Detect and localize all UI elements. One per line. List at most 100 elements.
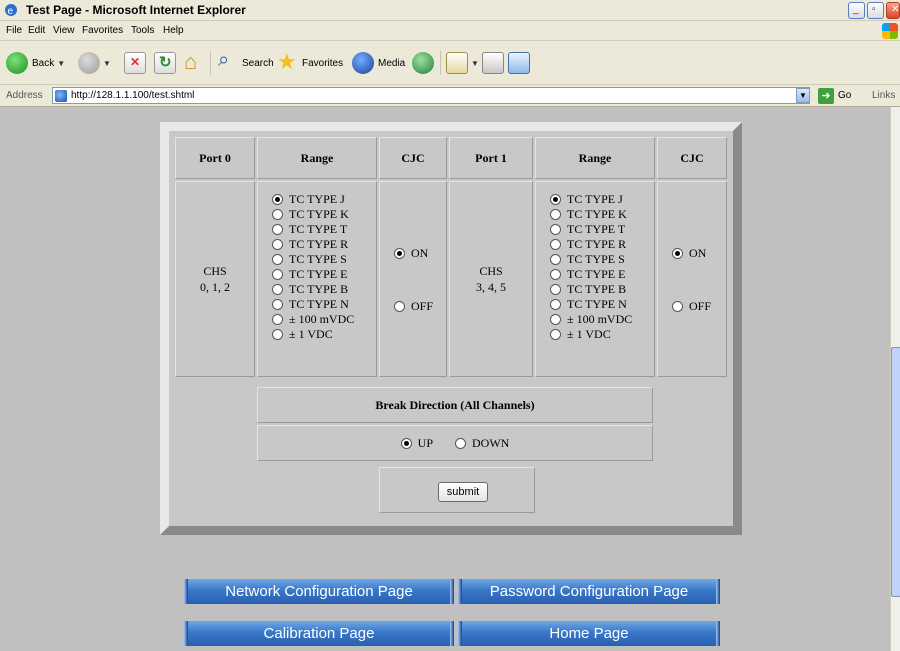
range0-option[interactable]: TC TYPE B bbox=[272, 282, 376, 297]
cjc0-option[interactable]: ON bbox=[394, 246, 446, 261]
header-range0: Range bbox=[257, 137, 377, 179]
range1-option[interactable]: TC TYPE E bbox=[550, 267, 654, 282]
range1-option[interactable]: TC TYPE B bbox=[550, 282, 654, 297]
range1-option[interactable]: TC TYPE T bbox=[550, 222, 654, 237]
search-icon bbox=[216, 49, 238, 74]
cjc1-option[interactable]: ON bbox=[672, 246, 726, 261]
stop-button[interactable] bbox=[124, 51, 146, 75]
range1-option[interactable]: TC TYPE R bbox=[550, 237, 654, 252]
range0-radio[interactable] bbox=[272, 254, 283, 265]
range0-radio[interactable] bbox=[272, 269, 283, 280]
forward-button[interactable]: ▼ bbox=[78, 51, 111, 75]
range1-option-label: ± 1 VDC bbox=[567, 327, 611, 341]
range0-radio[interactable] bbox=[272, 209, 283, 220]
links-button[interactable]: Links bbox=[872, 90, 895, 101]
range0-option[interactable]: ± 100 mVDC bbox=[272, 312, 376, 327]
break-up-option[interactable]: UP bbox=[400, 436, 433, 451]
mail-icon bbox=[446, 52, 468, 74]
submit-button[interactable]: submit bbox=[438, 482, 488, 502]
range0-option[interactable]: TC TYPE R bbox=[272, 237, 376, 252]
menu-view[interactable]: View bbox=[53, 25, 75, 36]
range1-radio[interactable] bbox=[550, 224, 561, 235]
close-button[interactable]: ✕ bbox=[886, 2, 900, 19]
cjc1-options: ON OFF bbox=[657, 181, 727, 377]
go-button[interactable]: Go bbox=[838, 90, 851, 101]
menu-file[interactable]: File bbox=[6, 25, 22, 36]
home-button[interactable] bbox=[182, 49, 204, 75]
refresh-button[interactable] bbox=[154, 51, 176, 75]
range0-radio[interactable] bbox=[272, 314, 283, 325]
range0-radio[interactable] bbox=[272, 224, 283, 235]
range1-option-label: ± 100 mVDC bbox=[567, 312, 633, 326]
minimize-button[interactable]: _ bbox=[848, 2, 865, 19]
range0-option-label: TC TYPE B bbox=[289, 282, 349, 296]
range0-option[interactable]: TC TYPE E bbox=[272, 267, 376, 282]
submit-cell: submit bbox=[379, 467, 535, 513]
password-configuration-button[interactable]: Password Configuration Page bbox=[458, 579, 720, 604]
range1-radio[interactable] bbox=[550, 269, 561, 280]
mail-button[interactable]: ▼ bbox=[446, 51, 479, 75]
edit-button[interactable] bbox=[508, 51, 530, 75]
cjc0-option[interactable]: OFF bbox=[394, 299, 446, 314]
port0-channels: CHS 0, 1, 2 bbox=[175, 181, 255, 377]
range0-option-label: TC TYPE S bbox=[289, 252, 347, 266]
range0-radio[interactable] bbox=[272, 194, 283, 205]
range1-radio[interactable] bbox=[550, 194, 561, 205]
range1-radio[interactable] bbox=[550, 299, 561, 310]
scrollbar-thumb[interactable] bbox=[891, 347, 900, 597]
range0-option[interactable]: TC TYPE J bbox=[272, 192, 376, 207]
range0-radio[interactable] bbox=[272, 329, 283, 340]
range0-radio[interactable] bbox=[272, 284, 283, 295]
range1-radio[interactable] bbox=[550, 329, 561, 340]
range1-option[interactable]: ± 1 VDC bbox=[550, 327, 654, 342]
range1-option[interactable]: TC TYPE S bbox=[550, 252, 654, 267]
media-button[interactable]: Media bbox=[352, 51, 405, 75]
cjc1-option[interactable]: OFF bbox=[672, 299, 726, 314]
print-button[interactable] bbox=[482, 51, 504, 75]
range0-radio[interactable] bbox=[272, 299, 283, 310]
vertical-scrollbar[interactable] bbox=[890, 107, 900, 651]
break-up-radio[interactable] bbox=[400, 437, 412, 449]
range0-option[interactable]: TC TYPE K bbox=[272, 207, 376, 222]
cjc0-radio[interactable] bbox=[394, 301, 405, 312]
port1-chs-label: CHS bbox=[479, 264, 503, 278]
range0-radio[interactable] bbox=[272, 239, 283, 250]
range1-radio[interactable] bbox=[550, 284, 561, 295]
range1-option[interactable]: TC TYPE N bbox=[550, 297, 654, 312]
range0-option-label: TC TYPE N bbox=[289, 297, 349, 311]
range1-radio[interactable] bbox=[550, 209, 561, 220]
stop-icon bbox=[124, 52, 146, 74]
menu-help[interactable]: Help bbox=[163, 25, 184, 36]
range0-option[interactable]: TC TYPE N bbox=[272, 297, 376, 312]
address-input[interactable]: http://128.1.1.100/test.shtml bbox=[52, 87, 810, 104]
search-button[interactable]: Search bbox=[216, 49, 274, 75]
range0-option[interactable]: TC TYPE T bbox=[272, 222, 376, 237]
break-down-option[interactable]: DOWN bbox=[455, 436, 509, 451]
menu-edit[interactable]: Edit bbox=[28, 25, 45, 36]
menu-tools[interactable]: Tools bbox=[131, 25, 154, 36]
range1-option[interactable]: TC TYPE K bbox=[550, 207, 654, 222]
address-dropdown-button[interactable]: ▼ bbox=[796, 88, 810, 103]
calibration-button[interactable]: Calibration Page bbox=[184, 621, 454, 646]
history-button[interactable] bbox=[412, 51, 434, 75]
cjc1-radio[interactable] bbox=[672, 248, 683, 259]
cjc0-radio[interactable] bbox=[394, 248, 405, 259]
range1-option-label: TC TYPE J bbox=[567, 192, 623, 206]
home-page-button[interactable]: Home Page bbox=[458, 621, 720, 646]
range1-radio[interactable] bbox=[550, 239, 561, 250]
cjc1-radio[interactable] bbox=[672, 301, 683, 312]
range1-option[interactable]: TC TYPE J bbox=[550, 192, 654, 207]
break-down-radio[interactable] bbox=[455, 437, 466, 449]
menu-favorites[interactable]: Favorites bbox=[82, 25, 123, 36]
range0-option[interactable]: TC TYPE S bbox=[272, 252, 376, 267]
favorites-button[interactable]: Favorites bbox=[276, 49, 343, 75]
range1-radio[interactable] bbox=[550, 314, 561, 325]
range0-option[interactable]: ± 1 VDC bbox=[272, 327, 376, 342]
maximize-button[interactable]: ▫ bbox=[867, 2, 884, 19]
header-cjc1: CJC bbox=[657, 137, 727, 179]
go-arrow-icon[interactable]: ➜ bbox=[818, 88, 834, 104]
back-button[interactable]: Back ▼ bbox=[6, 51, 65, 75]
range1-radio[interactable] bbox=[550, 254, 561, 265]
network-configuration-button[interactable]: Network Configuration Page bbox=[184, 579, 454, 604]
range1-option[interactable]: ± 100 mVDC bbox=[550, 312, 654, 327]
